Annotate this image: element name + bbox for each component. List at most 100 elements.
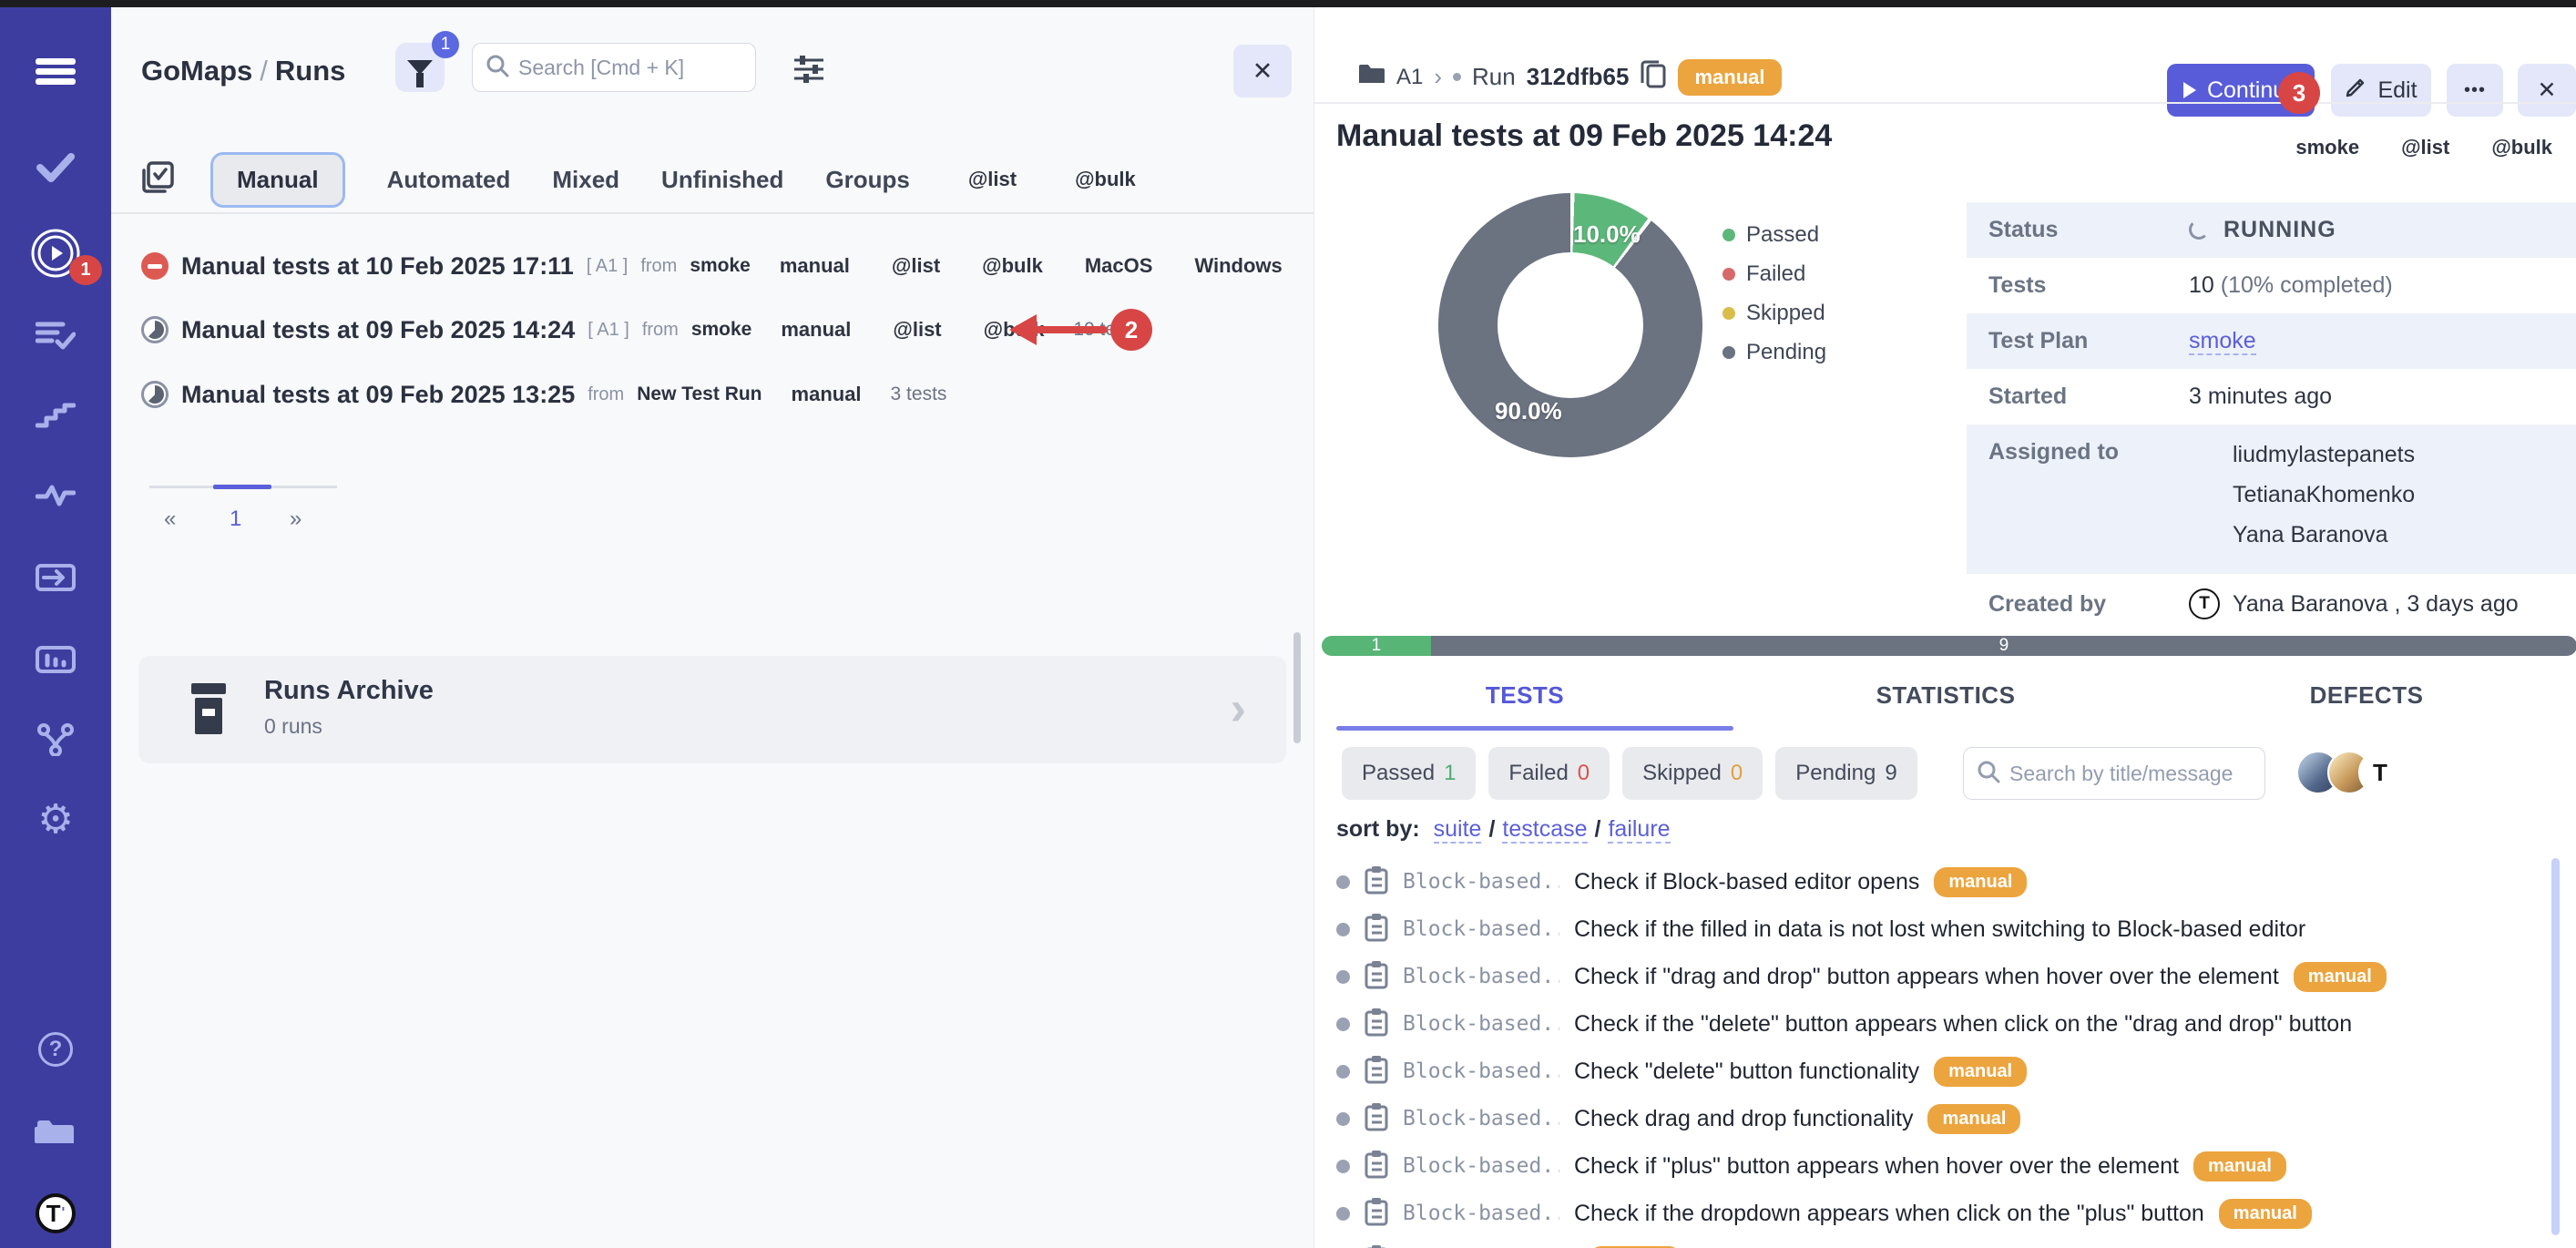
- run-type-tag: manual: [1678, 59, 1781, 96]
- run-tag: manual: [764, 312, 867, 348]
- runs-filter-tabs: Manual Automated Mixed Unfinished Groups @li…: [141, 149, 1152, 210]
- detail-tab[interactable]: TESTS: [1314, 681, 1735, 710]
- run-detail-tags: smoke@list@bulk: [2279, 129, 2569, 166]
- test-status-dot: [1336, 875, 1350, 889]
- started-value: 3 minutes ago: [2189, 384, 2332, 410]
- tests-search: [1963, 747, 2265, 800]
- run-tests-count: 3 tests: [891, 384, 947, 405]
- pagination-prev[interactable]: «: [164, 506, 176, 532]
- divider: [111, 212, 1314, 214]
- test-tag: manual: [2193, 1151, 2286, 1182]
- archive-title: Runs Archive: [264, 676, 434, 706]
- sidebar-item-settings[interactable]: ⚙: [0, 794, 111, 845]
- sidebar-item-milestones[interactable]: [0, 714, 111, 765]
- archive-count: 0 runs: [264, 714, 322, 739]
- runs-tab[interactable]: Automated: [387, 166, 511, 194]
- run-row[interactable]: Manual tests at 09 Feb 2025 13:25 from N…: [141, 371, 1298, 418]
- pagination-next[interactable]: »: [290, 506, 302, 532]
- test-status-dot: [1336, 923, 1350, 936]
- test-plan-link[interactable]: smoke: [2189, 328, 2256, 355]
- runs-tab-tag[interactable]: @list: [952, 161, 1033, 198]
- sidebar-item-imports[interactable]: [0, 552, 111, 603]
- assignee[interactable]: Yana Baranova: [2189, 519, 2415, 550]
- test-title: Check if the "delete" button appears whe…: [1574, 1011, 2352, 1038]
- sidebar-item-projects[interactable]: [0, 1106, 111, 1157]
- run-row[interactable]: Manual tests at 10 Feb 2025 17:11 [ A1 ]…: [141, 242, 1298, 290]
- list-check-icon: [36, 320, 76, 351]
- test-title: Check if the filled in data is not lost …: [1574, 916, 2305, 943]
- menu-hamburger-icon[interactable]: [0, 46, 111, 97]
- run-details-table: Status RUNNING Tests 10 (10% completed) …: [1967, 202, 2576, 634]
- test-title: Check if "plus" button appears when hove…: [1574, 1153, 2179, 1180]
- status-filter-chip[interactable]: Skipped0: [1622, 747, 1763, 800]
- more-actions-button[interactable]: •••: [2447, 64, 2503, 117]
- progress-segment: 9: [1431, 636, 2576, 656]
- testcase-clipboard-icon: [1365, 1055, 1388, 1089]
- sidebar-item-defects[interactable]: [0, 470, 111, 521]
- status-filter-chip[interactable]: Pending9: [1775, 747, 1917, 800]
- runs-tab[interactable]: Manual: [210, 152, 345, 208]
- pagination-page-1[interactable]: 1: [230, 506, 241, 532]
- test-suite-name: Block-based...: [1403, 1059, 1559, 1083]
- test-title: Check if Block-based editor opens: [1574, 869, 1919, 895]
- runs-tab[interactable]: Unfinished: [661, 166, 783, 194]
- test-row[interactable]: Block-based... Check if the filled in da…: [1314, 905, 2576, 953]
- copy-icon[interactable]: [1640, 58, 1667, 96]
- close-panel-button[interactable]: ✕: [1233, 45, 1292, 97]
- runs-tab-tag[interactable]: @bulk: [1058, 161, 1152, 198]
- chart-legend: PassedFailedSkippedPending: [1722, 222, 1826, 365]
- test-row[interactable]: Block-based... Check if "plus" button ap…: [1314, 1142, 2576, 1190]
- sort-controls: sort by: suite/testcase/failure: [1336, 816, 1678, 843]
- breadcrumb-separator: /: [252, 55, 275, 87]
- runs-archive-card[interactable]: Runs Archive 0 runs ›: [138, 656, 1286, 763]
- sort-by-suite-link[interactable]: suite: [1434, 816, 1482, 844]
- sidebar-item-dashboards[interactable]: [0, 634, 111, 685]
- sidebar-item-user-avatar[interactable]: T': [0, 1188, 111, 1239]
- sort-by-failure-link[interactable]: failure: [1608, 816, 1670, 844]
- sort-by-testcase-link[interactable]: testcase: [1502, 816, 1587, 844]
- test-status-dot: [1336, 1207, 1350, 1221]
- test-row[interactable]: Block-based... Check if the "delete" but…: [1314, 1000, 2576, 1048]
- assignee-avatar-stack[interactable]: [2296, 751, 2402, 794]
- test-assignee-avatar: [2035, 1103, 2066, 1134]
- detail-tab[interactable]: STATISTICS: [1735, 681, 2156, 710]
- right-scrollbar-thumb[interactable]: [2551, 858, 2560, 1235]
- sidebar-item-testcases[interactable]: [0, 142, 111, 193]
- select-all-icon[interactable]: [141, 161, 174, 199]
- test-row[interactable]: Block-based... Check if "drag and drop" …: [1314, 953, 2576, 1000]
- edit-button[interactable]: Edit: [2331, 64, 2431, 117]
- legend-item: Failed: [1722, 261, 1826, 287]
- search-input[interactable]: [518, 56, 742, 80]
- status-filter-chip[interactable]: Failed0: [1488, 747, 1610, 800]
- breadcrumb-suite[interactable]: A1: [1396, 65, 1423, 90]
- test-row[interactable]: Block-based... Check "delete" button fun…: [1314, 1048, 2576, 1095]
- test-row[interactable]: Block-based... Check if Block-based edit…: [1314, 858, 2576, 905]
- assignee[interactable]: TetianaKhomenko: [2189, 479, 2415, 510]
- test-row[interactable]: Block-based... manual: [1314, 1237, 2576, 1248]
- detail-tab[interactable]: DEFECTS: [2156, 681, 2576, 710]
- chip-count: 1: [1444, 761, 1456, 786]
- test-row[interactable]: Block-based... Check if the dropdown app…: [1314, 1190, 2576, 1237]
- assignee[interactable]: liudmylastepanets: [2189, 439, 2415, 470]
- folder-icon: [1358, 63, 1385, 91]
- avatar: [2189, 519, 2220, 550]
- creator[interactable]: Yana Baranova , 3 days ago: [2189, 588, 2519, 619]
- status-filter-chip[interactable]: Passed1: [1342, 747, 1476, 800]
- run-tag: @list: [876, 312, 957, 348]
- close-detail-button[interactable]: ✕: [2518, 64, 2576, 117]
- sidebar-item-help[interactable]: ?: [0, 1024, 111, 1075]
- sidebar-item-plans[interactable]: [0, 310, 111, 361]
- test-row[interactable]: Block-based... Check drag and drop funct…: [1314, 1095, 2576, 1142]
- ellipsis-icon: •••: [2464, 80, 2486, 101]
- left-scrollbar-thumb[interactable]: [1293, 632, 1301, 743]
- runs-tab[interactable]: Groups: [825, 166, 909, 194]
- tests-search-input[interactable]: [2009, 762, 2252, 786]
- avatar: [2358, 751, 2402, 794]
- sidebar-item-shared-steps[interactable]: [0, 390, 111, 441]
- chevron-icon: ›: [1434, 63, 1442, 91]
- view-settings-icon[interactable]: [792, 53, 825, 88]
- runs-tab[interactable]: Mixed: [552, 166, 619, 194]
- run-tag: manual: [775, 376, 878, 413]
- app-window: ⚙ ? T' GoMaps/Runs 1 ✕ ManualAu: [0, 0, 2576, 1248]
- test-suite-name: Block-based...: [1403, 1107, 1559, 1130]
